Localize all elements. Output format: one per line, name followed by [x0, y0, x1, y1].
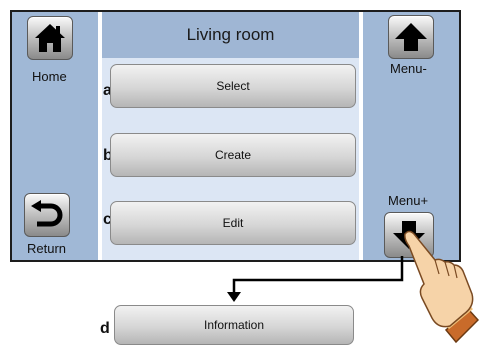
home-icon — [35, 24, 65, 52]
select-button[interactable]: Select — [110, 64, 356, 108]
return-label: Return — [27, 241, 67, 256]
pointing-hand-icon — [404, 230, 479, 344]
home-label: Home — [32, 69, 67, 84]
edit-button[interactable]: Edit — [110, 201, 356, 245]
screen-title: Living room — [102, 12, 359, 58]
create-button[interactable]: Create — [110, 133, 356, 177]
return-icon — [31, 200, 63, 227]
information-button[interactable]: Information — [114, 305, 354, 345]
item-letter-d: d — [100, 320, 110, 337]
arrow-up-icon — [395, 23, 427, 51]
menu-minus-button[interactable] — [388, 15, 434, 59]
connector-arrow — [227, 256, 404, 302]
return-button[interactable] — [24, 193, 70, 237]
menu-minus-label: Menu- — [390, 61, 427, 76]
menu-plus-label: Menu+ — [388, 193, 429, 208]
home-button[interactable] — [27, 16, 73, 60]
